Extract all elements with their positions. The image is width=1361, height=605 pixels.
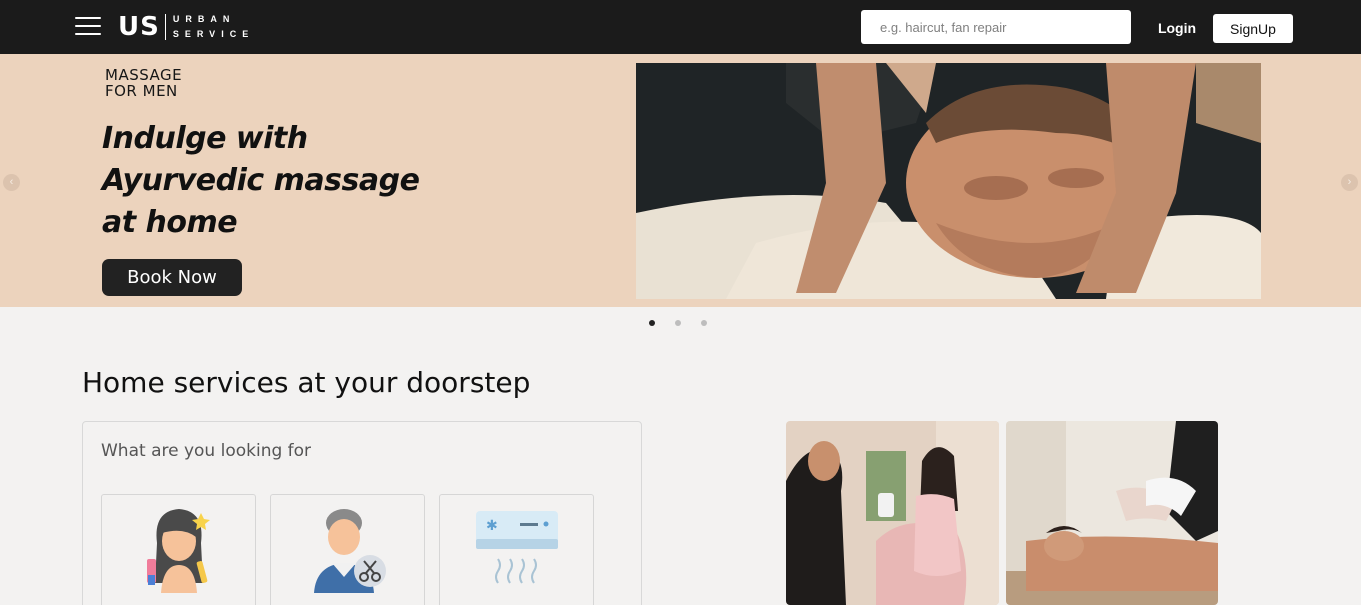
logo-word-service: SERVICE — [172, 29, 255, 39]
hero-tag: MASSAGE FOR MEN — [105, 67, 182, 99]
carousel-dot-3[interactable] — [701, 320, 707, 326]
barber-scissors-icon — [313, 509, 386, 593]
carousel-prev-icon[interactable]: ‹ — [3, 174, 20, 191]
login-link[interactable]: Login — [1150, 16, 1204, 40]
hero-title-line-1: Indulge with — [102, 121, 308, 156]
service-tile-salon-women[interactable] — [101, 494, 256, 605]
carousel-dot-2[interactable] — [675, 320, 681, 326]
logo[interactable]: US URBAN SERVICE — [118, 12, 254, 42]
card-heading: What are you looking for — [101, 441, 312, 461]
logo-word-urban: URBAN — [172, 14, 236, 24]
logo-wordmark: URBAN SERVICE — [173, 14, 254, 40]
logo-divider — [164, 14, 166, 40]
logo-mark: US — [118, 12, 160, 42]
service-tile-salon-men[interactable] — [270, 494, 425, 605]
carousel-next-icon[interactable]: › — [1341, 174, 1358, 191]
navbar: US URBAN SERVICE Login SignUp — [0, 0, 1361, 54]
signup-button[interactable]: SignUp — [1213, 14, 1293, 43]
hero-tag-line-2: FOR MEN — [105, 82, 178, 100]
air-conditioner-icon: ✱ — [475, 511, 558, 584]
hero-tag-line-1: MASSAGE — [105, 66, 183, 84]
hero-title-line-3: at home — [102, 205, 238, 240]
search-input[interactable] — [861, 10, 1131, 44]
hero-carousel: ‹ MASSAGE FOR MEN Indulge with Ayurvedic… — [0, 54, 1361, 307]
service-tile-ac-repair[interactable]: ✱ — [439, 494, 594, 605]
service-picker-card: What are you looking for ✱ — [82, 421, 642, 605]
hero-title-line-2: Ayurvedic massage — [102, 163, 420, 198]
promo-massage-photo[interactable] — [1006, 421, 1218, 605]
carousel-indicators — [649, 320, 707, 326]
woman-salon-icon — [146, 509, 210, 593]
section-title: Home services at your doorstep — [82, 366, 531, 399]
book-now-button[interactable]: Book Now — [102, 259, 242, 296]
menu-icon[interactable] — [75, 17, 101, 37]
hero-massage-photo — [636, 63, 1261, 299]
promo-salon-photo[interactable] — [786, 421, 999, 605]
svg-text:✱: ✱ — [486, 518, 498, 534]
carousel-dot-1[interactable] — [649, 320, 655, 326]
hero-title: Indulge with Ayurvedic massage at home — [102, 118, 420, 244]
